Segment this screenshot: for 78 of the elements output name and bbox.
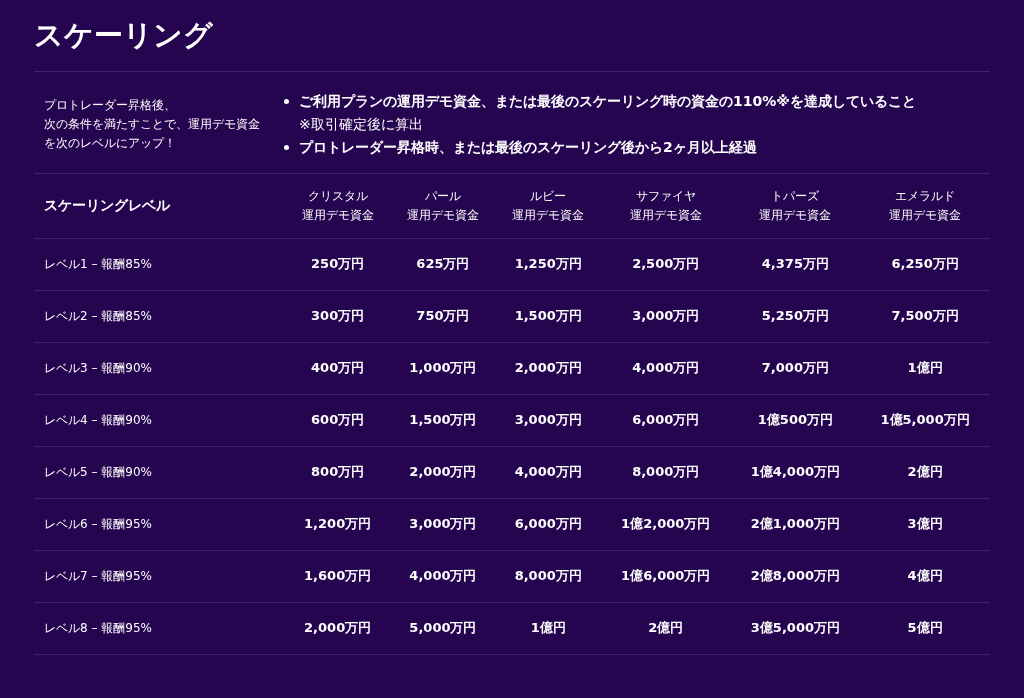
table-cell: 7,500万円 (891, 308, 959, 323)
level-label: レベル7 – 報酬95% (44, 568, 152, 583)
table-cell: 1億円 (907, 360, 943, 375)
bullet-icon (284, 145, 289, 150)
table-cell: 2,000万円 (514, 360, 582, 375)
table-cell: 1,500万円 (514, 308, 582, 323)
table-cell: 400万円 (311, 360, 365, 375)
table-cell: 300万円 (311, 308, 365, 323)
table-cell: 750万円 (416, 308, 470, 323)
column-header: トパーズ (770, 187, 821, 205)
condition-note: ※取引確定後に算出 (299, 115, 424, 134)
column-subheader: 運用デモ資金 (511, 206, 586, 224)
table-cell: 5億円 (907, 620, 943, 635)
table-cell: 4,000万円 (514, 464, 582, 479)
level-label: レベル2 – 報酬85% (44, 308, 152, 323)
table-cell: 3億5,000万円 (750, 620, 840, 635)
table-cell: 1億4,000万円 (750, 464, 840, 479)
column-header: エメラルド (894, 187, 957, 205)
level-label: レベル1 – 報酬85% (44, 256, 152, 271)
table-cell: 4,375万円 (761, 256, 829, 271)
table-cell: 1,500万円 (409, 412, 477, 427)
condition-text: ご利用プランの運用デモ資金、または最後のスケーリング時の資金の110%※を達成していること (299, 92, 916, 111)
table-cell: 7,000万円 (761, 360, 829, 375)
column-header: ルビー (529, 187, 568, 205)
table-cell: 1,200万円 (304, 516, 372, 531)
table-cell: 1,600万円 (304, 568, 372, 583)
intro-text: プロトレーダー昇格後、 (44, 97, 177, 114)
table-cell: 1億2,000万円 (621, 516, 711, 531)
table-cell: 1,000万円 (409, 360, 477, 375)
table-cell: 3,000万円 (514, 412, 582, 427)
table-cell: 1億円 (530, 620, 566, 635)
column-header: パール (423, 187, 462, 205)
condition-text: プロトレーダー昇格時、または最後のスケーリング後から2ヶ月以上経過 (299, 138, 757, 157)
level-label: レベル6 – 報酬95% (44, 516, 152, 531)
table-cell: 600万円 (311, 412, 365, 427)
table-cell: 6,000万円 (632, 412, 700, 427)
table-cell: 1,250万円 (514, 256, 582, 271)
table-cell: 2億8,000万円 (750, 568, 840, 583)
table-cell: 3億円 (907, 516, 943, 531)
level-label: レベル5 – 報酬90% (44, 464, 152, 479)
table-cell: 4,000万円 (632, 360, 700, 375)
table-cell: 8,000万円 (632, 464, 700, 479)
intro-text: 次の条件を満たすことで、運用デモ資金 (44, 116, 261, 133)
table-cell: 4億円 (907, 568, 943, 583)
table-cell: 625万円 (416, 256, 470, 271)
table-cell: 8,000万円 (514, 568, 582, 583)
column-subheader: 運用デモ資金 (405, 206, 480, 224)
table-cell: 1億6,000万円 (621, 568, 711, 583)
table-cell: 6,250万円 (891, 256, 959, 271)
table-cell: 6,000万円 (514, 516, 582, 531)
table-cell: 2,500万円 (632, 256, 700, 271)
table-cell: 2億円 (648, 620, 684, 635)
column-subheader: 運用デモ資金 (758, 206, 833, 224)
table-cell: 250万円 (311, 256, 365, 271)
level-label: レベル3 – 報酬90% (44, 360, 152, 375)
table-cell: 2億1,000万円 (750, 516, 840, 531)
intro-text: を次のレベルにアップ！ (44, 135, 177, 152)
column-header: スケーリングレベル (44, 196, 170, 213)
table-cell: 2,000万円 (409, 464, 477, 479)
column-header: サファイヤ (634, 187, 697, 205)
table-cell: 5,000万円 (409, 620, 477, 635)
level-label: レベル8 – 報酬95% (44, 620, 152, 635)
column-subheader: 運用デモ資金 (300, 206, 375, 224)
table-cell: 1億5,000万円 (880, 412, 970, 427)
table-cell: 3,000万円 (632, 308, 700, 323)
table-cell: 4,000万円 (409, 568, 477, 583)
bullet-icon (284, 99, 289, 104)
table-cell: 1億500万円 (757, 412, 833, 427)
page-title: スケーリング (34, 0, 990, 72)
column-header: クリスタル (306, 187, 369, 205)
table-cell: 800万円 (311, 464, 365, 479)
table-cell: 3,000万円 (409, 516, 477, 531)
table-cell: 2億円 (907, 464, 943, 479)
table-cell: 5,250万円 (761, 308, 829, 323)
level-label: レベル4 – 報酬90% (44, 412, 152, 427)
column-subheader: 運用デモ資金 (888, 206, 963, 224)
table-cell: 2,000万円 (304, 620, 372, 635)
column-subheader: 運用デモ資金 (628, 206, 703, 224)
